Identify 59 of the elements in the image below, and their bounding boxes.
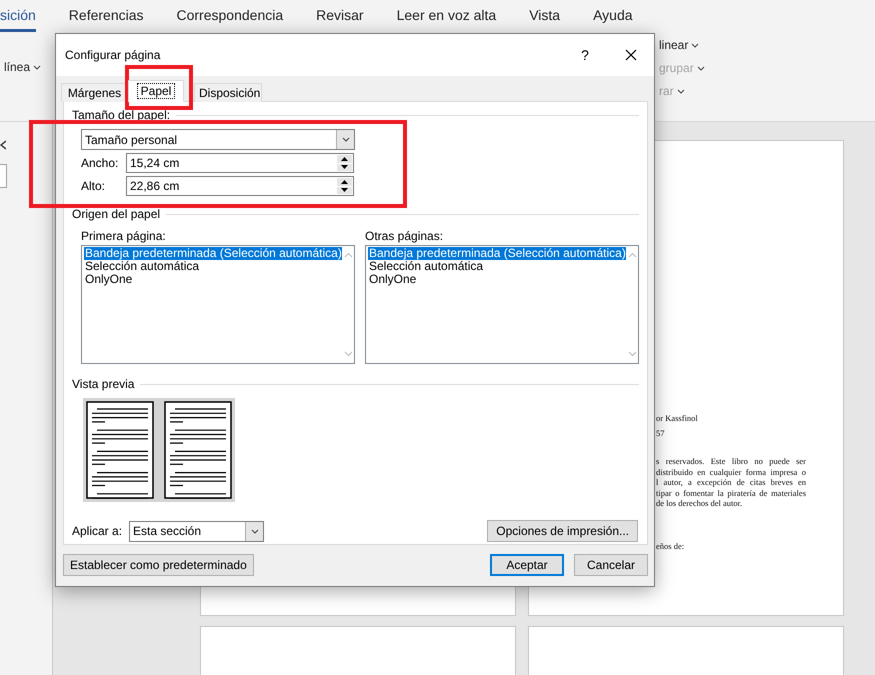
chevron-down-icon <box>342 137 350 142</box>
list-label: Otras páginas: <box>365 229 444 243</box>
scroll-down-icon[interactable] <box>344 351 354 357</box>
ribbon-tab[interactable]: Referencias <box>68 1 144 32</box>
apply-to-dropdown[interactable]: Esta sección <box>129 520 264 542</box>
chevron-down-icon <box>33 64 42 70</box>
chevron-down-icon <box>250 528 258 534</box>
chevron-down-icon <box>676 88 685 94</box>
help-button[interactable]: ? <box>562 40 608 70</box>
document-text: 57 <box>656 428 666 438</box>
scroll-down-icon[interactable] <box>628 351 638 357</box>
ribbon-tab[interactable]: Ayuda <box>593 1 633 32</box>
document-text: de los derechos del autor. <box>656 498 744 508</box>
group-heading: Vista previa <box>72 377 134 391</box>
list-item[interactable]: OnlyOne <box>368 273 626 286</box>
tray-list[interactable]: Bandeja predeterminada (Selección automática) Selección automática OnlyOne <box>365 245 639 364</box>
chevron-down-icon <box>691 42 700 48</box>
field-label: Alto: <box>81 179 106 193</box>
scroll-up-icon[interactable] <box>344 252 354 258</box>
field-label: Ancho: <box>81 156 120 170</box>
ribbon-command[interactable]: linear <box>659 36 705 54</box>
search-field[interactable] <box>0 164 7 188</box>
ribbon-tab[interactable]: Correspondencia <box>176 1 284 32</box>
group-heading: Origen del papel <box>72 207 160 221</box>
tray-list[interactable]: Bandeja predeterminada (Selección automática) Selección automática OnlyOne <box>81 245 355 364</box>
dialog-tab[interactable]: Papel <box>128 80 184 102</box>
dialog-tab[interactable]: Disposición <box>194 83 262 102</box>
size-field[interactable]: 15,24 cm <box>126 153 354 173</box>
list-item[interactable]: OnlyOne <box>84 273 342 286</box>
list-item[interactable]: Selección automática <box>84 260 342 273</box>
document-text: s reservados. Este libro no puede ser <box>656 456 806 466</box>
spin-buttons[interactable] <box>337 155 352 171</box>
document-text: distribuido en cualquier forma impresa o <box>656 466 806 477</box>
size-field[interactable]: 22,86 cm <box>126 176 354 196</box>
paper-size-dropdown[interactable]: Tamaño personal <box>81 129 355 150</box>
field-label: Aplicar a: <box>72 524 124 538</box>
ribbon-tab[interactable]: Leer en voz alta <box>396 1 496 32</box>
spin-buttons[interactable] <box>337 178 352 194</box>
dialog-tab[interactable]: Márgenes <box>61 83 128 102</box>
list-item[interactable]: Bandeja predeterminada (Selección automática) <box>368 247 626 260</box>
document-text: tipar o fomentar la piratería de materiales <box>656 488 806 498</box>
dialog-button[interactable]: Cancelar <box>574 554 648 576</box>
scroll-up-icon[interactable] <box>628 252 638 258</box>
document-text: l autor, a excepción de citas breves en <box>656 477 806 488</box>
document-text: or Kassfinol <box>656 413 699 424</box>
highlight-frame <box>125 65 193 110</box>
list-item[interactable]: Bandeja predeterminada (Selección automática) <box>84 247 342 260</box>
chevron-down-icon <box>696 66 705 70</box>
ribbon-tab[interactable]: Vista <box>529 1 560 32</box>
list-item[interactable]: Selección automática <box>368 260 626 273</box>
ribbon-command[interactable]: línea <box>4 58 42 76</box>
ribbon-tab[interactable]: Revisar <box>316 1 364 32</box>
list-label: Primera página: <box>81 229 167 243</box>
print-options-button[interactable]: Opciones de impresión... <box>487 520 638 542</box>
dialog-button[interactable]: Aceptar <box>490 554 564 576</box>
group-heading: Tamaño del papel: <box>72 108 170 122</box>
document-text: eños de: <box>656 540 686 551</box>
dialog-title: Configurar página <box>65 48 162 62</box>
dialog-button[interactable]: Establecer como predeterminado <box>63 554 254 576</box>
